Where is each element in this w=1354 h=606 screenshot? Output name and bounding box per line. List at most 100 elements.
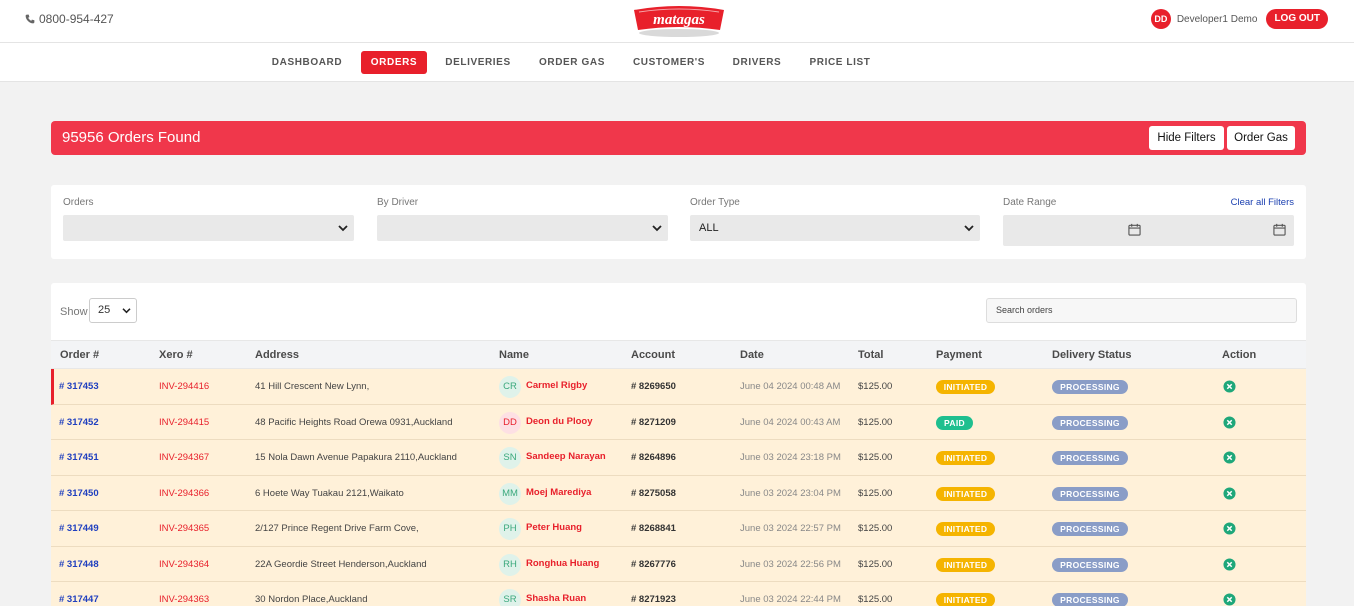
search-orders-input[interactable]: Search orders xyxy=(986,298,1297,323)
order-number-link[interactable]: # 317449 xyxy=(59,523,99,534)
xero-invoice-link[interactable]: INV-294364 xyxy=(159,559,209,570)
table-header: Order # Xero # Address Name Account Date… xyxy=(51,340,1306,369)
cancel-circle-icon[interactable] xyxy=(1223,451,1236,464)
address-cell: 41 Hill Crescent New Lynn, xyxy=(255,381,370,392)
col-date[interactable]: Date xyxy=(740,349,764,361)
account-number: # 8267776 xyxy=(631,558,676,570)
xero-invoice-link[interactable]: INV-294363 xyxy=(159,594,209,605)
clear-filters-link[interactable]: Clear all Filters xyxy=(1231,197,1294,208)
show-label: Show xyxy=(60,306,88,318)
order-date: June 04 2024 00:48 AM xyxy=(740,381,841,392)
cancel-circle-icon[interactable] xyxy=(1223,522,1236,535)
nav-order-gas[interactable]: ORDER GAS xyxy=(532,51,612,74)
customer-name-link[interactable]: Peter Huang xyxy=(526,522,582,533)
customer-initials: MM xyxy=(499,482,521,505)
xero-invoice-link[interactable]: INV-294366 xyxy=(159,488,209,499)
page-size-select[interactable]: 25 xyxy=(89,298,137,323)
order-gas-button[interactable]: Order Gas xyxy=(1227,126,1295,150)
payment-status-badge: INITIATED xyxy=(936,557,995,572)
order-total: $125.00 xyxy=(858,558,893,570)
phone-icon xyxy=(25,14,35,24)
table-row[interactable]: # 317448 INV-294364 22A Geordie Street Hen… xyxy=(51,546,1306,582)
customer-name-link[interactable]: Deon du Plooy xyxy=(526,416,593,427)
col-payment[interactable]: Payment xyxy=(936,349,982,361)
delivery-status-badge: PROCESSING xyxy=(1052,415,1128,430)
table-row[interactable]: # 317452 INV-294415 48 Pacific Heights Roa… xyxy=(51,404,1306,440)
cancel-circle-icon[interactable] xyxy=(1223,380,1236,393)
col-delivery-status[interactable]: Delivery Status xyxy=(1052,349,1131,361)
order-type-select[interactable]: ALL xyxy=(690,215,980,241)
xero-invoice-link[interactable]: INV-294415 xyxy=(159,417,209,428)
col-order[interactable]: Order # xyxy=(60,349,99,361)
col-xero[interactable]: Xero # xyxy=(159,349,193,361)
payment-status-badge: INITIATED xyxy=(936,593,995,606)
table-row[interactable]: # 317449 INV-294365 2/127 Prince Regent Dr… xyxy=(51,511,1306,547)
payment-status-badge: INITIATED xyxy=(936,522,995,536)
nav-orders[interactable]: ORDERS xyxy=(361,51,427,74)
cancel-circle-icon[interactable] xyxy=(1223,486,1236,500)
order-number-link[interactable]: # 317453 xyxy=(59,381,99,392)
order-number-link[interactable]: # 317448 xyxy=(59,559,99,570)
delivery-status-badge: PROCESSING xyxy=(1052,522,1128,536)
orders-filter-label: Orders xyxy=(63,197,94,208)
chevron-down-icon xyxy=(338,225,348,232)
col-total[interactable]: Total xyxy=(858,349,883,361)
address-cell: 2/127 Prince Regent Drive Farm Cove, xyxy=(255,523,419,534)
customer-name-link[interactable]: Moej Marediya xyxy=(526,487,591,498)
delivery-status-badge: PROCESSING xyxy=(1052,451,1128,465)
nav-deliveries[interactable]: DELIVERIES xyxy=(440,51,516,74)
orders-filter-select[interactable] xyxy=(63,215,354,241)
nav-price-list[interactable]: PRICE LIST xyxy=(804,51,876,74)
customer-name-link[interactable]: Carmel Rigby xyxy=(526,380,587,391)
customer-initials: RH xyxy=(499,553,521,576)
customer-initials: SR xyxy=(499,589,521,606)
order-number-link[interactable]: # 317452 xyxy=(59,417,99,428)
xero-invoice-link[interactable]: INV-294367 xyxy=(159,452,209,463)
order-date: June 03 2024 23:04 PM xyxy=(740,487,841,499)
date-range-label: Date Range xyxy=(1003,197,1057,208)
nav-drivers[interactable]: DRIVERS xyxy=(726,51,788,74)
calendar-icon[interactable] xyxy=(1273,223,1286,236)
address-cell: 48 Pacific Heights Road Orewa 0931,Auckl… xyxy=(255,416,453,428)
table-row[interactable]: # 317447 INV-294363 30 Nordon Place,Auckla… xyxy=(51,582,1306,606)
customer-name-link[interactable]: Shasha Ruan xyxy=(526,593,586,604)
customer-initials: SN xyxy=(499,447,521,469)
account-number: # 8271209 xyxy=(631,416,676,428)
logout-button[interactable]: LOG OUT xyxy=(1266,9,1328,29)
driver-filter-select[interactable] xyxy=(377,215,668,241)
date-range-input[interactable] xyxy=(1003,215,1294,246)
order-total: $125.00 xyxy=(858,523,893,534)
xero-invoice-link[interactable]: INV-294365 xyxy=(159,523,209,534)
table-row[interactable]: # 317451 INV-294367 15 Nola Dawn Avenue Pa… xyxy=(51,440,1306,476)
order-type-label: Order Type xyxy=(690,197,740,208)
nav-dashboard[interactable]: DASHBOARD xyxy=(266,51,348,74)
order-number-link[interactable]: # 317451 xyxy=(59,452,99,463)
chevron-down-icon xyxy=(652,225,662,232)
col-address[interactable]: Address xyxy=(255,349,299,361)
order-number-link[interactable]: # 317450 xyxy=(59,488,99,499)
calendar-icon[interactable] xyxy=(1128,223,1141,236)
chevron-down-icon xyxy=(122,308,131,314)
matagas-logo[interactable]: matagas xyxy=(630,4,728,38)
table-row[interactable]: # 317453 INV-294416 41 Hill Crescent New L… xyxy=(51,369,1306,405)
col-name[interactable]: Name xyxy=(499,349,529,361)
user-menu[interactable]: DD Developer1 Demo LOG OUT xyxy=(1150,9,1328,29)
nav-customers[interactable]: CUSTOMER'S xyxy=(628,51,710,74)
order-total: $125.00 xyxy=(858,594,893,605)
xero-invoice-link[interactable]: INV-294416 xyxy=(159,381,209,392)
support-phone[interactable]: 0800-954-427 xyxy=(25,12,114,26)
customer-name-link[interactable]: Sandeep Narayan xyxy=(526,451,606,462)
order-date: June 03 2024 22:56 PM xyxy=(740,558,841,570)
table-row[interactable]: # 317450 INV-294366 6 Hoete Way Tuakau 212… xyxy=(51,475,1306,511)
address-cell: 22A Geordie Street Henderson,Auckland xyxy=(255,558,427,570)
order-number-link[interactable]: # 317447 xyxy=(59,594,99,605)
customer-name-link[interactable]: Ronghua Huang xyxy=(526,558,599,569)
col-account[interactable]: Account xyxy=(631,349,675,361)
hide-filters-button[interactable]: Hide Filters xyxy=(1149,126,1224,150)
cancel-circle-icon[interactable] xyxy=(1223,415,1236,429)
account-number: # 8268841 xyxy=(631,523,676,534)
cancel-circle-icon[interactable] xyxy=(1223,557,1236,571)
address-cell: 6 Hoete Way Tuakau 2121,Waikato xyxy=(255,487,404,499)
cancel-circle-icon[interactable] xyxy=(1223,593,1236,606)
avatar[interactable]: DD xyxy=(1150,9,1171,29)
